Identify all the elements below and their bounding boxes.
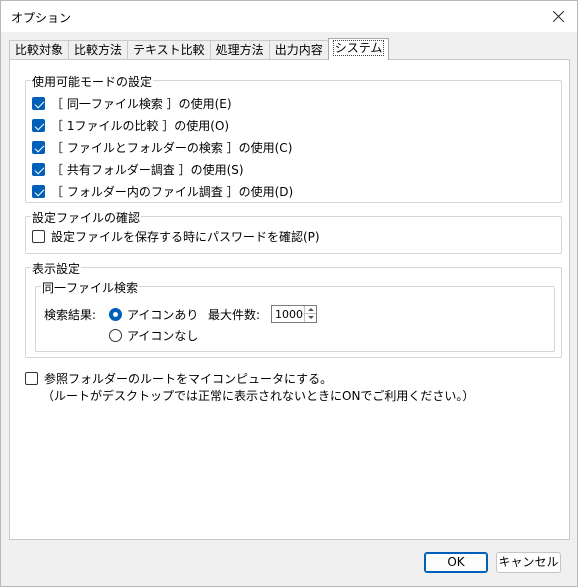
mode-shared-folder-survey-option[interactable]: ［ 共有フォルダー調査 ］の使用(S) xyxy=(32,161,244,178)
spin-buttons xyxy=(304,306,316,322)
options-dialog: オプション 比較対象 比較方法 テキスト比較 処理方法 出力内容 システム 使用… xyxy=(0,0,578,587)
tab-system[interactable]: システム xyxy=(327,38,390,60)
radio-button[interactable] xyxy=(109,329,122,342)
max-count-stepper[interactable] xyxy=(271,305,317,323)
tab-label: システム xyxy=(332,40,385,56)
checkbox-label: 設定ファイルを保存する時にパスワードを確認(P) xyxy=(51,230,320,244)
tab-processing[interactable]: 処理方法 xyxy=(209,40,270,60)
max-count-label: 最大件数: xyxy=(208,308,261,322)
tab-label: テキスト比較 xyxy=(133,43,205,57)
same-file-search-group: 同一ファイル検索 検索結果: アイコンあり アイコンなし 最大件数: xyxy=(35,279,555,352)
checkbox[interactable] xyxy=(32,230,45,243)
settings-file-group: 設定ファイルの確認 設定ファイルを保存する時にパスワードを確認(P) xyxy=(25,209,562,254)
checkbox[interactable] xyxy=(25,372,38,385)
tab-compare-method[interactable]: 比較方法 xyxy=(68,40,129,60)
radio-label: アイコンあり xyxy=(127,308,199,322)
display-settings-legend: 表示設定 xyxy=(31,260,82,277)
radio-label: アイコンなし xyxy=(127,329,199,343)
checkbox[interactable] xyxy=(32,163,45,176)
spin-down-icon[interactable] xyxy=(305,314,316,322)
checkbox-label: ［ 1ファイルの比較 ］の使用(O) xyxy=(51,119,230,133)
checkbox[interactable] xyxy=(32,141,45,154)
same-file-search-legend: 同一ファイル検索 xyxy=(41,279,140,296)
tab-label: 比較方法 xyxy=(74,43,123,57)
radio-button[interactable] xyxy=(109,308,122,321)
mode-file-folder-search-option[interactable]: ［ ファイルとフォルダーの検索 ］の使用(C) xyxy=(32,139,292,156)
settings-file-legend: 設定ファイルの確認 xyxy=(31,209,142,226)
checkbox-label: 参照フォルダーのルートをマイコンピュータにする。 xyxy=(44,372,333,386)
spin-up-icon[interactable] xyxy=(305,306,316,314)
tab-label: 処理方法 xyxy=(215,43,264,57)
root-option-note: （ルートがデスクトップでは正常に表示されないときにONでご利用ください。） xyxy=(42,389,475,403)
checkbox-label: ［ ファイルとフォルダーの検索 ］の使用(C) xyxy=(51,141,293,155)
mode-in-folder-file-survey-option[interactable]: ［ フォルダー内のファイル調査 ］の使用(D) xyxy=(32,183,293,200)
checkbox-label: ［ 共有フォルダー調査 ］の使用(S) xyxy=(51,163,244,177)
checkbox[interactable] xyxy=(32,185,45,198)
mode-same-file-search-option[interactable]: ［ 同一ファイル検索 ］の使用(E) xyxy=(32,95,232,112)
cancel-button[interactable]: キャンセル xyxy=(496,552,561,573)
root-my-computer-option[interactable]: 参照フォルダーのルートをマイコンピュータにする。 xyxy=(25,370,332,387)
checkbox-label: ［ フォルダー内のファイル調査 ］の使用(D) xyxy=(51,185,294,199)
system-tab-panel: 使用可能モードの設定 ［ 同一ファイル検索 ］の使用(E) ［ 1ファイルの比較… xyxy=(9,59,570,540)
tab-compare-target[interactable]: 比較対象 xyxy=(9,40,70,60)
window-title: オプション xyxy=(11,11,72,25)
tab-label: 出力内容 xyxy=(274,43,323,57)
modes-group: 使用可能モードの設定 ［ 同一ファイル検索 ］の使用(E) ［ 1ファイルの比較… xyxy=(25,73,562,203)
close-icon[interactable] xyxy=(549,7,569,27)
checkbox[interactable] xyxy=(32,119,45,132)
modes-legend: 使用可能モードの設定 xyxy=(31,73,154,90)
tab-output[interactable]: 出力内容 xyxy=(268,40,329,60)
tab-strip: 比較対象 比較方法 テキスト比較 処理方法 出力内容 システム xyxy=(9,38,390,60)
mode-single-file-compare-option[interactable]: ［ 1ファイルの比較 ］の使用(O) xyxy=(32,117,229,134)
display-settings-group: 表示設定 同一ファイル検索 検索結果: アイコンあり アイコンなし 最大件数: xyxy=(25,260,562,358)
tab-text-compare[interactable]: テキスト比較 xyxy=(127,40,211,60)
search-result-label: 検索結果: xyxy=(44,308,97,322)
without-icon-option[interactable]: アイコンなし xyxy=(109,327,198,344)
tab-label: 比較対象 xyxy=(15,43,64,57)
checkbox-label: ［ 同一ファイル検索 ］の使用(E) xyxy=(51,97,232,111)
with-icon-option[interactable]: アイコンあり xyxy=(109,306,198,323)
max-count-input[interactable] xyxy=(272,306,305,322)
checkbox[interactable] xyxy=(32,97,45,110)
title-bar[interactable]: オプション xyxy=(1,1,577,32)
ok-button[interactable]: OK xyxy=(424,552,488,573)
password-confirm-option[interactable]: 設定ファイルを保存する時にパスワードを確認(P) xyxy=(32,228,320,245)
